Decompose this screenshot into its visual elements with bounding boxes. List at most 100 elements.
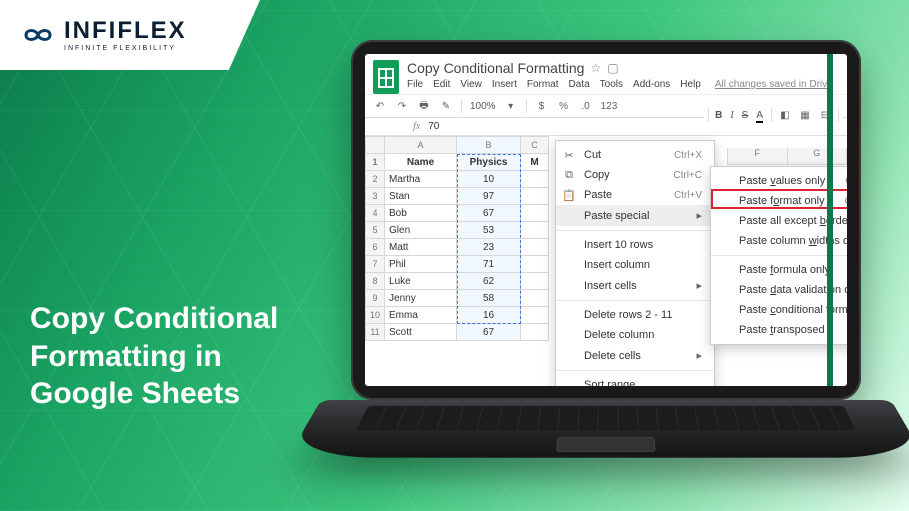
corner-cell[interactable] bbox=[366, 137, 385, 154]
document-title[interactable]: Copy Conditional Formatting bbox=[407, 60, 584, 76]
currency-icon[interactable]: $ bbox=[535, 101, 549, 112]
cell[interactable]: 62 bbox=[457, 273, 521, 290]
row-header[interactable]: 9 bbox=[366, 290, 385, 307]
row-header[interactable]: 10 bbox=[366, 307, 385, 324]
cell[interactable]: Glen bbox=[385, 222, 457, 239]
cell[interactable]: 10 bbox=[457, 171, 521, 188]
menu-item-label: Insert column bbox=[584, 259, 650, 271]
cell[interactable]: 67 bbox=[457, 205, 521, 222]
cell[interactable] bbox=[521, 307, 549, 324]
cell[interactable] bbox=[521, 273, 549, 290]
cell[interactable] bbox=[521, 205, 549, 222]
menu-view[interactable]: View bbox=[460, 79, 482, 90]
row-header[interactable]: 3 bbox=[366, 188, 385, 205]
move-icon[interactable]: ▢ bbox=[607, 61, 618, 75]
infinity-icon bbox=[18, 23, 58, 47]
cell[interactable] bbox=[521, 222, 549, 239]
menu-format[interactable]: Format bbox=[527, 79, 559, 90]
menu-item[interactable]: Insert cells▸ bbox=[556, 275, 714, 296]
col-header-g[interactable]: G bbox=[788, 148, 848, 164]
chevron-down-icon[interactable]: ▾ bbox=[504, 101, 518, 112]
redo-icon[interactable]: ↷ bbox=[395, 101, 409, 112]
row-header[interactable]: 11 bbox=[366, 324, 385, 341]
undo-icon[interactable]: ↶ bbox=[373, 101, 387, 112]
row-header[interactable]: 8 bbox=[366, 273, 385, 290]
cell[interactable]: Name bbox=[385, 154, 457, 171]
menu-insert[interactable]: Insert bbox=[492, 79, 517, 90]
menu-help[interactable]: Help bbox=[680, 79, 701, 90]
cell[interactable]: Physics bbox=[457, 154, 521, 171]
cell[interactable] bbox=[521, 171, 549, 188]
formula-bar[interactable]: 70 bbox=[428, 121, 439, 132]
menu-item[interactable]: Delete cells▸ bbox=[556, 345, 714, 366]
menu-item[interactable]: Paste special▸ bbox=[556, 205, 714, 226]
text-color-button[interactable]: A bbox=[756, 110, 763, 121]
cell[interactable]: 67 bbox=[457, 324, 521, 341]
cell[interactable]: 53 bbox=[457, 222, 521, 239]
bold-button[interactable]: B bbox=[715, 110, 722, 121]
cell[interactable]: 16 bbox=[457, 307, 521, 324]
menu-item[interactable]: Insert 10 rows bbox=[556, 235, 714, 255]
cell[interactable] bbox=[521, 324, 549, 341]
menu-item[interactable]: ⧉CopyCtrl+C bbox=[556, 165, 714, 185]
cell[interactable]: Emma bbox=[385, 307, 457, 324]
menu-item-label: Copy bbox=[584, 169, 610, 181]
cell[interactable] bbox=[521, 239, 549, 256]
cell[interactable]: Jenny bbox=[385, 290, 457, 307]
menu-item[interactable]: Delete column bbox=[556, 325, 714, 345]
col-header-c[interactable]: C bbox=[521, 137, 549, 154]
menu-data[interactable]: Data bbox=[569, 79, 590, 90]
laptop-keyboard bbox=[356, 406, 855, 431]
cell[interactable]: Matt bbox=[385, 239, 457, 256]
cell[interactable]: Luke bbox=[385, 273, 457, 290]
menu-edit[interactable]: Edit bbox=[433, 79, 450, 90]
percent-icon[interactable]: % bbox=[557, 101, 571, 112]
zoom-select[interactable]: 100% bbox=[470, 101, 496, 112]
copy-icon: ⧉ bbox=[562, 169, 576, 182]
decimal-icon[interactable]: .0 bbox=[579, 101, 593, 112]
row-header[interactable]: 2 bbox=[366, 171, 385, 188]
cell[interactable]: M bbox=[521, 154, 549, 171]
print-icon[interactable]: 🖶 bbox=[417, 98, 431, 115]
cell[interactable]: 58 bbox=[457, 290, 521, 307]
cut-icon: ✂ bbox=[562, 149, 576, 162]
row-header[interactable]: 1 bbox=[366, 154, 385, 171]
menu-item[interactable]: Delete rows 2 - 11 bbox=[556, 305, 714, 325]
cell[interactable]: 97 bbox=[457, 188, 521, 205]
menu-addons[interactable]: Add-ons bbox=[633, 79, 670, 90]
menu-item[interactable]: Sort range bbox=[556, 375, 714, 386]
cell[interactable]: Stan bbox=[385, 188, 457, 205]
cell[interactable]: Scott bbox=[385, 324, 457, 341]
borders-icon[interactable]: ▦ bbox=[798, 110, 812, 121]
cell[interactable] bbox=[521, 188, 549, 205]
cell[interactable]: 23 bbox=[457, 239, 521, 256]
cell[interactable]: Martha bbox=[385, 171, 457, 188]
fill-color-icon[interactable]: ◧ bbox=[778, 110, 792, 121]
menu-item[interactable]: ✂CutCtrl+X bbox=[556, 145, 714, 165]
menu-tools[interactable]: Tools bbox=[600, 79, 623, 90]
cell[interactable] bbox=[521, 256, 549, 273]
italic-button[interactable]: I bbox=[730, 110, 733, 121]
row-header[interactable]: 7 bbox=[366, 256, 385, 273]
row-header[interactable]: 6 bbox=[366, 239, 385, 256]
row-header[interactable]: 5 bbox=[366, 222, 385, 239]
laptop-trackpad bbox=[556, 437, 656, 452]
row-header[interactable]: 4 bbox=[366, 205, 385, 222]
cell[interactable]: Phil bbox=[385, 256, 457, 273]
star-icon[interactable]: ☆ bbox=[590, 61, 601, 75]
col-header-f[interactable]: F bbox=[728, 148, 788, 164]
cell[interactable]: Bob bbox=[385, 205, 457, 222]
menu-file[interactable]: File bbox=[407, 79, 423, 90]
menu-item-label: Paste transposed bbox=[739, 324, 825, 336]
col-header-a[interactable]: A bbox=[385, 137, 457, 154]
shortcut: Ctrl+Shift+V bbox=[845, 176, 847, 187]
menu-item[interactable]: Insert column bbox=[556, 255, 714, 275]
paste-icon: 📋 bbox=[562, 189, 576, 202]
paint-format-icon[interactable]: ✎ bbox=[439, 101, 453, 112]
cell[interactable]: 71 bbox=[457, 256, 521, 273]
menu-item[interactable]: 📋PasteCtrl+V bbox=[556, 185, 714, 205]
strike-button[interactable]: S bbox=[742, 110, 749, 121]
more-formats[interactable]: 123 bbox=[601, 101, 615, 112]
cell[interactable] bbox=[521, 290, 549, 307]
col-header-b[interactable]: B bbox=[457, 137, 521, 154]
